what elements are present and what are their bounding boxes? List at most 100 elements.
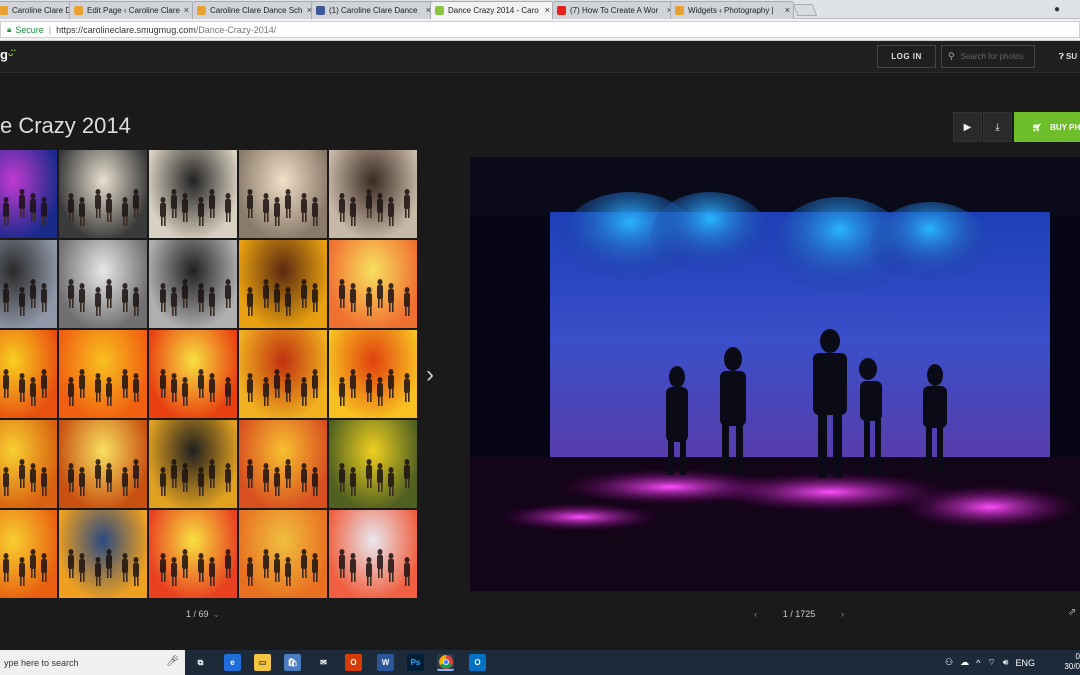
microphone-icon[interactable]: 🎤︎ bbox=[166, 656, 179, 667]
site-header: gᵕ̈ LOG IN ⚲ Search for photos ❓︎ SU bbox=[0, 41, 1080, 73]
share-icon[interactable]: ⇗ bbox=[1068, 607, 1076, 618]
taskbar-search[interactable]: ype here to search 🎤︎ bbox=[0, 650, 185, 675]
thumbnail-dancers bbox=[160, 279, 231, 316]
taskbar-search-placeholder: ype here to search bbox=[4, 657, 79, 668]
volume-icon[interactable]: 🔊︎ bbox=[1003, 657, 1009, 668]
secure-label: Secure bbox=[15, 24, 44, 35]
gallery-thumbnail[interactable] bbox=[149, 420, 237, 508]
notifications-icon[interactable]: ☁ bbox=[960, 657, 969, 668]
photoshop-icon[interactable]: Ps bbox=[407, 654, 424, 671]
word-icon[interactable]: W bbox=[377, 654, 394, 671]
gallery-thumbnail[interactable] bbox=[239, 420, 327, 508]
thumbnail-dancers bbox=[68, 189, 139, 226]
slideshow-button[interactable]: ▶ bbox=[953, 112, 982, 142]
browser-tab[interactable]: Widgets ‹ Photography | × bbox=[670, 1, 794, 19]
tab-close-icon[interactable]: × bbox=[184, 5, 189, 15]
gallery-thumbnail[interactable] bbox=[149, 330, 237, 418]
search-field[interactable]: ⚲ Search for photos bbox=[941, 45, 1035, 68]
gallery-thumbnail[interactable] bbox=[149, 150, 237, 238]
smugmug-logo[interactable]: gᵕ̈ bbox=[0, 47, 13, 62]
gallery-thumbnail[interactable] bbox=[239, 240, 327, 328]
grid-next-arrow[interactable]: › bbox=[426, 361, 434, 389]
gallery-thumbnail[interactable] bbox=[329, 510, 417, 598]
thumbnail-grid bbox=[0, 150, 420, 598]
search-icon: ⚲ bbox=[948, 51, 955, 61]
store-icon[interactable]: 🛍︎ bbox=[284, 654, 301, 671]
logo-text: g bbox=[0, 47, 8, 62]
omnibox[interactable]: 🔒︎ Secure | https://carolineclare.smugmu… bbox=[0, 21, 1080, 38]
thumbnail-dancers bbox=[339, 279, 410, 316]
file-explorer-icon[interactable]: ▭ bbox=[254, 654, 271, 671]
prev-photo-arrow[interactable]: ‹ bbox=[754, 609, 757, 619]
download-icon: ⤓ bbox=[995, 121, 1000, 133]
login-button[interactable]: LOG IN bbox=[877, 45, 936, 68]
thumbnail-dancers bbox=[247, 549, 318, 586]
gallery-thumbnail[interactable] bbox=[59, 330, 147, 418]
tab-close-icon[interactable]: × bbox=[545, 5, 550, 15]
gallery-thumbnail[interactable] bbox=[239, 330, 327, 418]
gallery-thumbnail[interactable] bbox=[59, 420, 147, 508]
thumbnail-dancers bbox=[3, 369, 47, 406]
gallery-thumbnail[interactable] bbox=[0, 150, 57, 238]
lock-icon: 🔒︎ bbox=[7, 24, 12, 34]
search-placeholder: Search for photos bbox=[960, 52, 1024, 61]
url-path: /Dance-Crazy-2014/ bbox=[195, 24, 277, 35]
people-icon[interactable]: ⚇ bbox=[945, 657, 953, 668]
gallery-thumbnail[interactable] bbox=[329, 150, 417, 238]
cart-icon: 🛒︎ bbox=[1032, 122, 1043, 132]
main-photo[interactable] bbox=[470, 157, 1080, 591]
windows-taskbar: ype here to search 🎤︎ ⧉ e ▭ 🛍︎ ✉ O W Ps … bbox=[0, 650, 1080, 675]
mail-icon[interactable]: ✉ bbox=[315, 654, 332, 671]
thumbnail-dancers bbox=[68, 549, 139, 586]
url-host: https://carolineclare.smugmug.com bbox=[56, 24, 196, 35]
grid-page-counter[interactable]: 1 / 69 ⌄ bbox=[186, 609, 220, 620]
browser-tab[interactable]: Edit Page ‹ Caroline Clare × bbox=[69, 1, 193, 19]
office-icon[interactable]: O bbox=[345, 654, 362, 671]
gallery-thumbnail[interactable] bbox=[239, 510, 327, 598]
gallery-thumbnail[interactable] bbox=[329, 330, 417, 418]
support-link[interactable]: ❓︎ SU bbox=[1059, 52, 1077, 62]
gallery-thumbnail[interactable] bbox=[0, 510, 57, 598]
new-tab-button[interactable] bbox=[792, 4, 818, 16]
photo-counter: 1 / 1725 bbox=[782, 609, 816, 619]
tab-label: Widgets ‹ Photography | bbox=[688, 6, 774, 15]
tab-favicon-icon bbox=[435, 6, 444, 15]
browser-tab[interactable]: (7) How To Create A Wor× bbox=[552, 1, 676, 19]
task-view-icon[interactable]: ⧉ bbox=[192, 654, 209, 671]
gallery-title: e Crazy 2014 bbox=[0, 113, 131, 138]
gallery-thumbnail[interactable] bbox=[149, 240, 237, 328]
next-photo-arrow[interactable]: › bbox=[841, 609, 844, 619]
chrome-icon[interactable] bbox=[437, 654, 454, 671]
gallery-thumbnail[interactable] bbox=[239, 150, 327, 238]
gallery-thumbnail[interactable] bbox=[329, 420, 417, 508]
show-hidden-icons-chevron-icon[interactable]: ^ bbox=[976, 658, 980, 668]
gallery-thumbnail[interactable] bbox=[149, 510, 237, 598]
download-button[interactable]: ⤓ bbox=[983, 112, 1012, 142]
window-controls: ● bbox=[1054, 0, 1080, 19]
browser-tab[interactable]: Caroline Clare Dance Sch × bbox=[192, 1, 316, 19]
gallery-thumbnail[interactable] bbox=[59, 510, 147, 598]
language-indicator[interactable]: ENG bbox=[1015, 658, 1035, 668]
gallery-thumbnail[interactable] bbox=[0, 240, 57, 328]
thumbnail-dancers bbox=[68, 459, 139, 496]
buy-photo-button[interactable]: 🛒︎ BUY PH bbox=[1014, 112, 1080, 142]
gallery-thumbnail[interactable] bbox=[59, 150, 147, 238]
gallery-thumbnail[interactable] bbox=[0, 330, 57, 418]
network-icon[interactable]: ⌔ bbox=[987, 657, 995, 668]
gallery-thumbnail[interactable] bbox=[0, 420, 57, 508]
profile-icon[interactable]: ● bbox=[1054, 4, 1060, 15]
gallery-thumbnail[interactable] bbox=[59, 240, 147, 328]
tab-favicon-icon bbox=[675, 6, 684, 15]
clock-date: 30/0 bbox=[1064, 662, 1080, 671]
edge-icon[interactable]: e bbox=[224, 654, 241, 671]
browser-tab[interactable]: (1) Caroline Clare Dance × bbox=[311, 1, 435, 19]
tab-favicon-icon bbox=[197, 6, 206, 15]
thumbnail-dancers bbox=[160, 369, 231, 406]
browser-tab[interactable]: Dance Crazy 2014 - Caro × bbox=[430, 1, 554, 19]
thumbnail-dancers bbox=[160, 189, 231, 226]
tab-close-icon[interactable]: × bbox=[785, 5, 790, 15]
gallery-thumbnail[interactable] bbox=[329, 240, 417, 328]
thumbnail-dancers bbox=[68, 279, 139, 316]
taskbar-clock[interactable]: 0 30/0 bbox=[1064, 652, 1080, 672]
outlook-icon[interactable]: O bbox=[469, 654, 486, 671]
